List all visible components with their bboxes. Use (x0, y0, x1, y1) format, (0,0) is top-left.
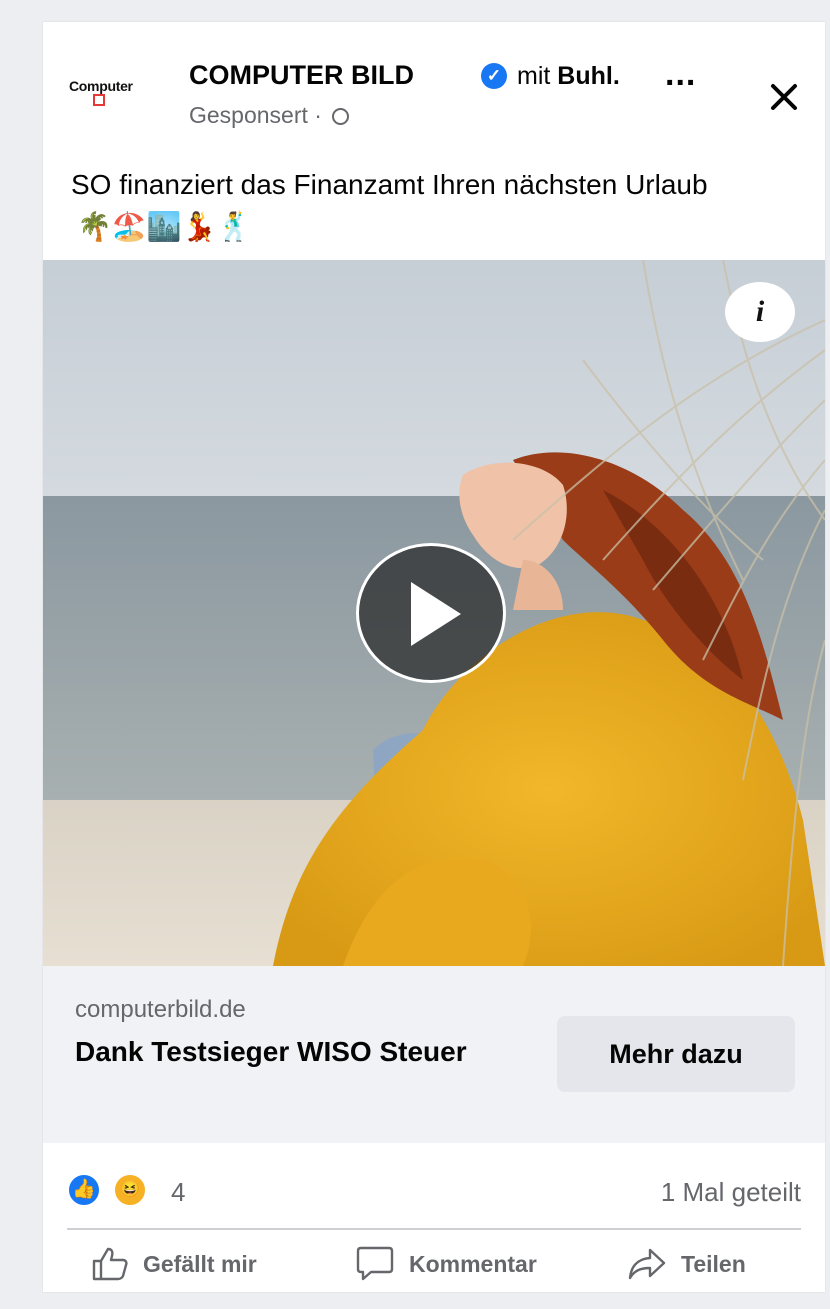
comment-label: Kommentar (409, 1250, 537, 1277)
action-bar: Gefällt mir Kommentar Teilen (43, 1232, 825, 1292)
engagement-stats: 👍 😆 4 1 Mal geteilt (43, 1143, 825, 1225)
comment-icon (356, 1246, 394, 1281)
sponsored-label: Gesponsert · (189, 102, 322, 128)
globe-icon (332, 108, 350, 125)
learn-more-button[interactable]: Mehr dazu (557, 1016, 795, 1092)
verified-badge-icon: ✓ (481, 63, 507, 89)
partner-name[interactable]: Buhl. (557, 62, 620, 90)
with-prefix: mit (517, 62, 551, 90)
close-icon[interactable] (759, 72, 809, 122)
like-label: Gefällt mir (143, 1250, 257, 1277)
link-domain: computerbild.de (75, 996, 246, 1023)
sponsored-line: Gesponsert · (189, 102, 350, 129)
partner-line: mit Buhl. (517, 62, 620, 91)
divider (67, 1228, 801, 1230)
comment-button[interactable]: Kommentar (355, 1242, 537, 1286)
more-options-button[interactable]: ... (665, 57, 696, 91)
caption-text: SO finanziert das Finanzamt Ihren nächst… (71, 169, 708, 200)
reaction-count[interactable]: 4 (171, 1177, 185, 1208)
link-preview[interactable]: computerbild.de Dank Testsieger WISO Ste… (43, 966, 825, 1143)
logo-mark (93, 94, 105, 106)
page-name[interactable]: COMPUTER BILD (189, 60, 414, 91)
sponsored-post-card: Computer COMPUTER BILD ✓ mit Buhl. ... G… (43, 22, 825, 1292)
share-button[interactable]: Teilen (627, 1242, 746, 1286)
video-thumbnail[interactable]: i (43, 260, 825, 966)
page-logo[interactable]: Computer (65, 72, 147, 112)
logo-text: Computer (69, 78, 133, 94)
share-count[interactable]: 1 Mal geteilt (661, 1177, 801, 1208)
share-icon (628, 1248, 666, 1280)
post-caption: SO finanziert das Finanzamt Ihren nächst… (71, 166, 791, 246)
play-button[interactable] (356, 543, 506, 683)
post-header: Computer COMPUTER BILD ✓ mit Buhl. ... G… (43, 22, 825, 242)
thumbs-up-icon (92, 1247, 128, 1281)
info-icon[interactable]: i (725, 282, 795, 342)
like-reaction-icon[interactable]: 👍 (67, 1173, 101, 1207)
haha-reaction-icon[interactable]: 😆 (113, 1173, 147, 1207)
caption-emojis: 🌴🏖️🏙️💃🕺 (77, 211, 252, 242)
like-button[interactable]: Gefällt mir (91, 1242, 257, 1286)
share-label: Teilen (681, 1250, 746, 1277)
play-icon (411, 582, 461, 646)
link-headline: Dank Testsieger WISO Steuer (75, 1036, 467, 1067)
